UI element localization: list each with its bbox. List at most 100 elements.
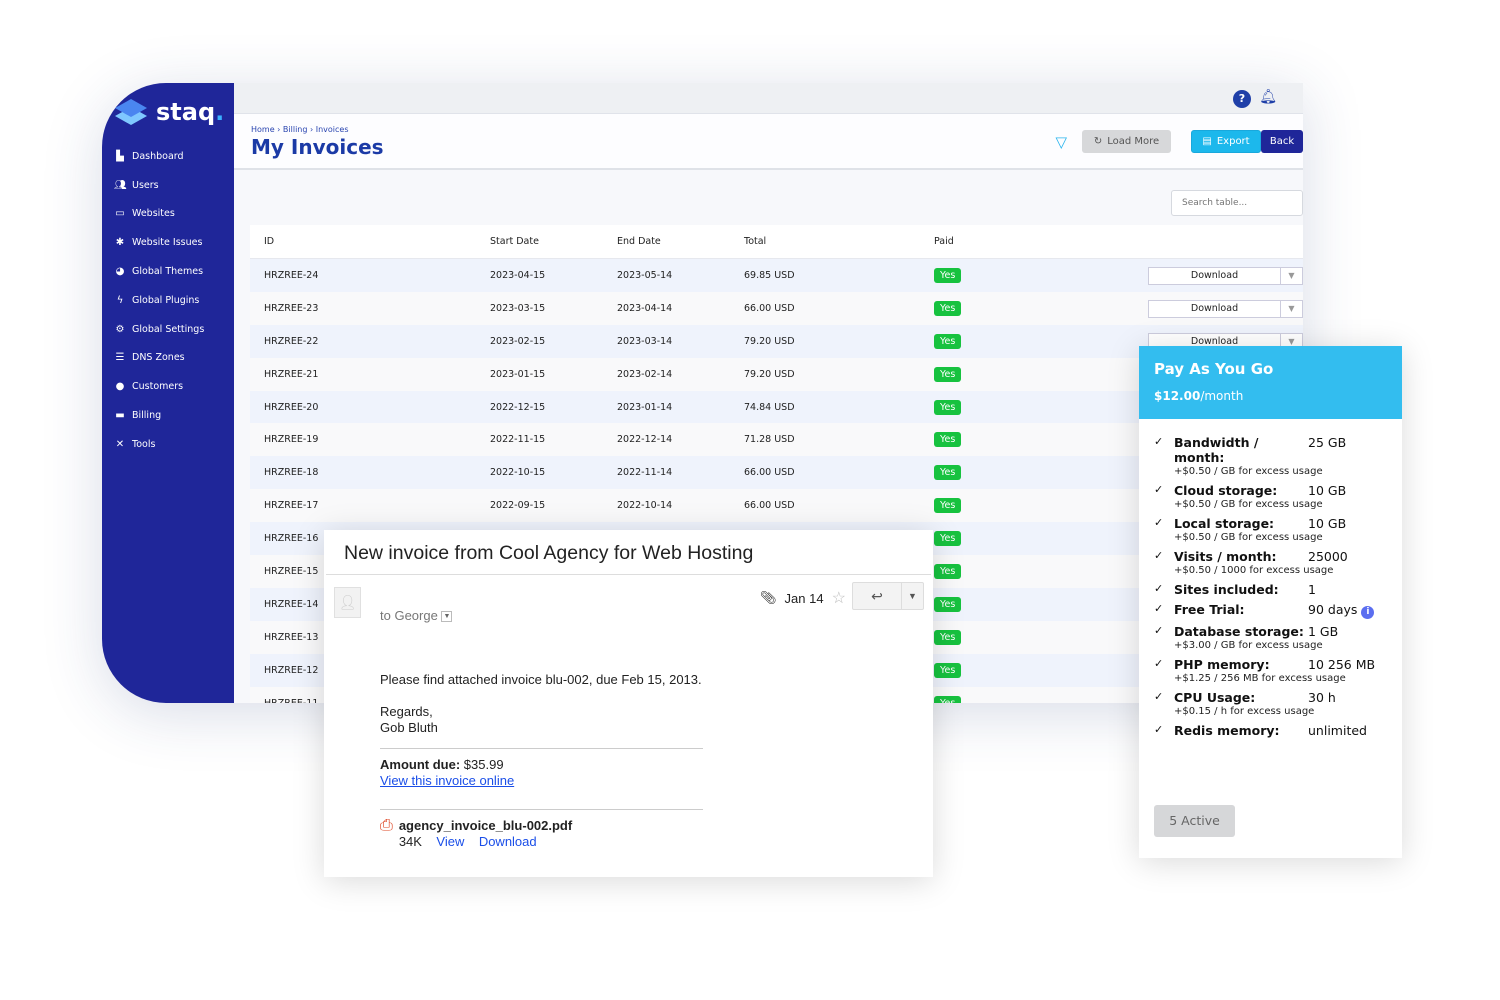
cell-paid: Yes [934,267,994,283]
logo[interactable]: staq. [114,97,224,127]
export-button[interactable]: ▤ Export [1191,130,1261,153]
cell-end-date: 2022-12-14 [617,434,673,446]
sidebar-item-tools[interactable]: ✕ Tools [102,430,234,459]
feature-item: ✓ Redis memory: unlimited [1154,723,1387,738]
check-icon: ✓ [1154,435,1164,448]
email-preview: New invoice from Cool Agency for Web Hos… [324,530,933,877]
attachment-download-link[interactable]: Download [479,834,537,849]
cell-id: HRZREE-17 [264,500,319,512]
column-start-date[interactable]: Start Date [490,236,617,247]
sidebar-item-global-themes[interactable]: ◕ Global Themes [102,257,234,286]
paid-badge: Yes [934,531,962,547]
sidebar-item-label: Users [132,179,159,191]
sidebar-item-customers[interactable]: ● Customers [102,372,234,401]
active-button[interactable]: 5 Active [1154,805,1235,837]
check-icon: ✓ [1154,549,1164,562]
cell-id: HRZREE-18 [264,467,319,479]
download-button[interactable]: Download ▼ [1148,267,1303,285]
cell-end-date: 2023-03-14 [617,335,673,347]
star-icon[interactable]: ☆ [832,588,846,608]
download-button[interactable]: Download ▼ [1148,299,1303,318]
credit-card-icon: ▬ [115,410,125,422]
users-icon: 👥︎ [114,179,127,191]
caret-down-icon[interactable]: ▼ [441,611,453,623]
divider [380,809,703,810]
cell-total: 79.20 USD [744,368,795,380]
attachment-name: agency_invoice_blu-002.pdf [398,818,573,833]
feature-name: PHP memory: [1174,657,1270,672]
feature-item: ✓ Visits / month: 25000 [1154,549,1387,564]
table-row: HRZREE-24 2023-04-15 2023-05-14 69.85 USD Ye… [250,259,1303,292]
bell-icon[interactable]: 🔔︎ [1259,89,1277,105]
sidebar-item-global-settings[interactable]: ⚙ Global Settings [102,315,234,344]
sidebar-item-users[interactable]: 👥︎ Users [102,171,234,200]
cell-paid: Yes [934,531,994,547]
download-label: Download [1190,302,1239,314]
bug-icon: ✱ [115,237,125,249]
feature-value-text: unlimited [1308,723,1367,738]
feature-value-text: 25 GB [1308,435,1347,450]
feature-item: ✓ CPU Usage: 30 h [1154,690,1387,705]
cell-paid: Yes [934,399,994,415]
sidebar-item-global-plugins[interactable]: ϟ Global Plugins [102,286,234,315]
load-more-label: Load More [1107,136,1160,147]
cell-start-date: 2022-10-15 [490,467,546,479]
reply-icon[interactable]: ↩ [853,583,901,609]
cell-start-date: 2022-09-15 [490,500,546,512]
cell-end-date: 2023-05-14 [617,269,673,281]
filter-icon[interactable]: ▽ [1055,133,1067,151]
feature-item: ✓ Bandwidth / month: 25 GB [1154,435,1387,465]
sidebar-item-dashboard[interactable]: ▙ Dashboard [102,142,234,171]
cell-paid: Yes [934,465,994,481]
load-more-button[interactable]: ↻ Load More [1082,130,1171,153]
chevron-down-icon[interactable]: ▼ [901,583,923,609]
divider [380,748,703,749]
feature-value: 1 [1308,582,1387,597]
column-end-date[interactable]: End Date [617,236,744,247]
breadcrumb[interactable]: Home › Billing › Invoices [251,125,349,134]
cell-id: HRZREE-24 [264,269,319,281]
amount-due: Amount due: $35.99 [380,757,703,773]
feature-note: +$0.50 / GB for excess usage [1174,466,1323,477]
feature-name: Cloud storage: [1174,483,1278,498]
cell-total: 71.28 USD [744,434,795,446]
cell-total: 74.84 USD [744,401,795,413]
column-paid[interactable]: Paid [934,236,994,247]
help-icon[interactable]: ? [1233,90,1251,108]
feature-item: ✓ Free Trial: 90 days i [1154,602,1387,619]
feature-item: ✓ Local storage: 10 GB [1154,516,1387,531]
page-title: My Invoices [251,135,384,159]
plan-price: $12.00/month [1154,389,1387,403]
plug-icon: ϟ [116,294,124,306]
cell-paid: Yes [934,498,994,514]
sidebar-item-billing[interactable]: ▬ Billing [102,401,234,430]
download-label: Download [1190,270,1239,281]
chevron-down-icon[interactable]: ▼ [1280,300,1302,317]
cell-id: HRZREE-22 [264,335,319,347]
cell-start-date: 2022-11-15 [490,434,546,446]
info-icon[interactable]: i [1361,606,1375,619]
stack-logo-icon [115,99,147,125]
paid-badge: Yes [934,267,962,283]
cell-id: HRZREE-20 [264,401,319,413]
sidebar-item-dns-zones[interactable]: ☰ DNS Zones [102,344,234,373]
attachment-view-link[interactable]: View [436,834,464,849]
feature-name: Sites included: [1174,582,1279,597]
view-invoice-link[interactable]: View this invoice online [380,773,514,788]
recipient[interactable]: to George ▼ [380,608,453,623]
search-input[interactable] [1171,190,1303,216]
column-total[interactable]: Total [744,236,934,247]
check-icon: ✓ [1154,582,1164,595]
chevron-down-icon[interactable]: ▼ [1280,268,1302,284]
back-button[interactable]: Back [1261,130,1303,153]
sidebar-item-websites[interactable]: ▭ Websites [102,200,234,229]
cell-paid: Yes [934,596,994,612]
feature-name: CPU Usage: [1174,690,1256,705]
column-id[interactable]: ID [250,236,490,247]
user-icon: ● [115,381,125,393]
feature-value-text: 25000 [1308,549,1348,564]
sidebar-item-website-issues[interactable]: ✱ Website Issues [102,228,234,257]
feature-value-text: 1 GB [1308,624,1339,639]
price-value: $12.00 [1154,389,1201,403]
reply-button[interactable]: ↩ ▼ [852,582,924,610]
